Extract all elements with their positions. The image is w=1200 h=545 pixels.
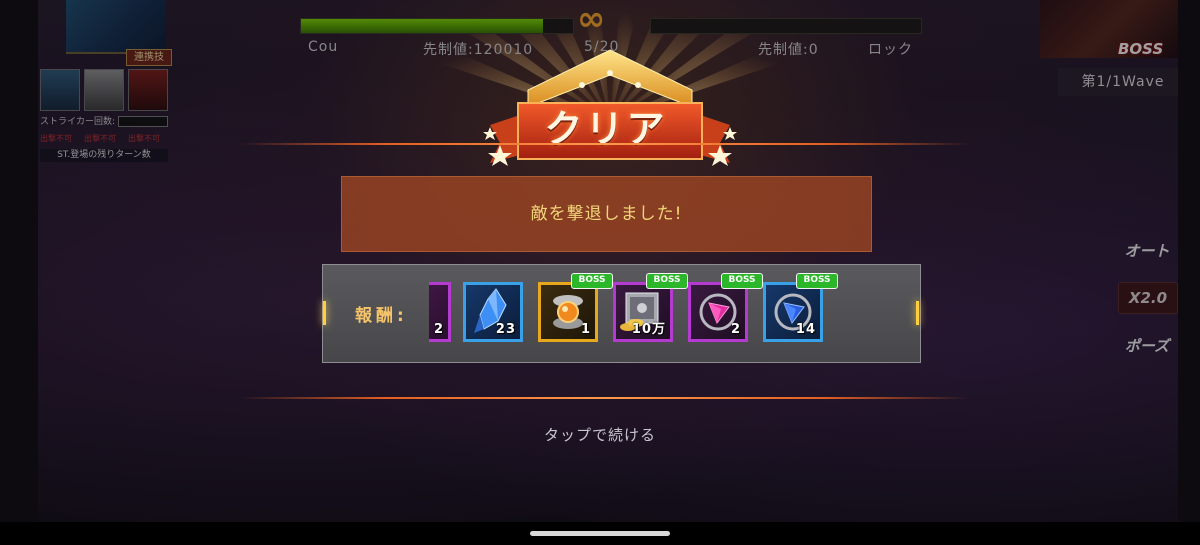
item-qty: 2: [433, 322, 444, 337]
item-qty: 23: [495, 322, 516, 337]
scroll-right-marker[interactable]: [916, 301, 919, 325]
clear-title: クリア: [544, 107, 668, 151]
reward-item-pink-gem[interactable]: BOSS 2: [688, 273, 763, 342]
reward-item-vault[interactable]: BOSS 10万: [613, 273, 688, 342]
boss-badge: BOSS: [796, 273, 838, 289]
item-qty: 2: [730, 322, 741, 337]
scroll-left-marker[interactable]: [323, 301, 326, 325]
reward-item-partial[interactable]: 2: [429, 282, 451, 342]
battle-screen[interactable]: ∞ Cou 先制値:120010 5/20 先制値:0 ロック 連携技 ストライ…: [0, 0, 1200, 545]
boss-badge: BOSS: [646, 273, 688, 289]
tap-to-continue[interactable]: タップで続ける: [0, 424, 1200, 445]
result-message: 敵を撃退しました!: [530, 204, 683, 224]
right-frame: [1178, 0, 1200, 522]
item-qty: 14: [795, 322, 816, 337]
home-indicator[interactable]: [530, 531, 670, 536]
divider-top: [240, 143, 970, 145]
reward-item-blue-gem[interactable]: BOSS 14: [763, 273, 838, 342]
reward-item-crystal[interactable]: 23: [463, 282, 523, 342]
item-qty: 1: [580, 322, 591, 337]
divider-bottom: [240, 397, 970, 399]
item-qty: 10万: [631, 322, 666, 337]
left-frame: [0, 0, 38, 522]
boss-badge: BOSS: [571, 273, 613, 289]
reward-label: 報酬:: [355, 306, 408, 326]
boss-badge: BOSS: [721, 273, 763, 289]
reward-item-orb[interactable]: BOSS 1: [538, 273, 613, 342]
reward-panel[interactable]: 報酬: 2 23 BOSS 1 BOSS 10万 BOSS 2 BOSS 14: [322, 264, 921, 363]
result-message-box: 敵を撃退しました!: [341, 176, 872, 252]
